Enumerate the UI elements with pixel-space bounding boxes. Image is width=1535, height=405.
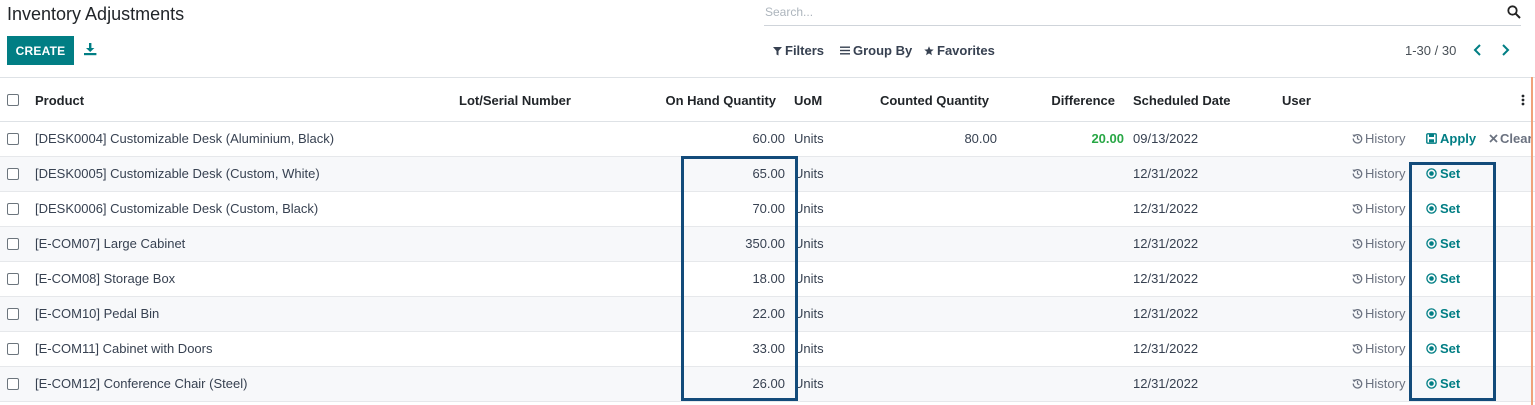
favorites-button[interactable]: Favorites xyxy=(924,43,995,58)
history-icon xyxy=(1352,273,1363,284)
history-label: History xyxy=(1365,166,1406,181)
download-icon[interactable] xyxy=(83,42,97,56)
product-name: [E-COM07] Large Cabinet xyxy=(35,236,186,251)
star-icon xyxy=(924,45,934,55)
filter-icon xyxy=(773,46,782,55)
chevron-left-icon[interactable] xyxy=(1472,43,1484,57)
history-button[interactable]: History xyxy=(1352,236,1405,251)
save-icon xyxy=(1426,133,1437,144)
counted-quantity[interactable]: 80.00 xyxy=(900,131,997,146)
history-button[interactable]: History xyxy=(1352,201,1405,216)
select-all-checkbox[interactable] xyxy=(7,94,19,106)
history-icon xyxy=(1352,343,1363,354)
history-label: History xyxy=(1365,236,1406,251)
history-label: History xyxy=(1365,271,1406,286)
uom: Units xyxy=(794,166,824,181)
page-title: Inventory Adjustments xyxy=(7,4,185,24)
column-options-icon[interactable] xyxy=(1521,94,1525,106)
group-by-button[interactable]: Group By xyxy=(840,43,912,58)
history-icon xyxy=(1352,203,1363,214)
clear-label: Clear xyxy=(1500,131,1533,146)
apply-button[interactable]: Apply xyxy=(1426,131,1476,146)
product-name: [E-COM11] Cabinet with Doors xyxy=(35,341,213,356)
column-uom[interactable]: UoM xyxy=(794,93,822,108)
close-icon xyxy=(1489,134,1498,143)
column-product[interactable]: Product xyxy=(35,93,84,108)
scrollbar-indicator[interactable] xyxy=(1531,77,1533,405)
product-name: [E-COM12] Conference Chair (Steel) xyxy=(35,376,248,391)
group-by-label: Group By xyxy=(853,43,913,58)
pager-value[interactable]: 1-30 / 30 xyxy=(1405,43,1456,58)
history-label: History xyxy=(1365,131,1406,146)
row-checkbox[interactable] xyxy=(7,238,19,250)
history-button[interactable]: History xyxy=(1352,166,1405,181)
apply-label: Apply xyxy=(1440,131,1477,146)
row-checkbox[interactable] xyxy=(7,378,19,390)
history-label: History xyxy=(1365,201,1406,216)
history-icon xyxy=(1352,133,1363,144)
scheduled-date: 12/31/2022 xyxy=(1133,271,1199,286)
filters-label: Filters xyxy=(785,43,825,58)
history-button[interactable]: History xyxy=(1352,341,1405,356)
column-scheduled-date[interactable]: Scheduled Date xyxy=(1133,93,1231,108)
scheduled-date: 12/31/2022 xyxy=(1133,166,1199,181)
table-header: Product Lot/Serial Number On Hand Quanti… xyxy=(0,77,1535,122)
column-lot[interactable]: Lot/Serial Number xyxy=(459,93,571,108)
favorites-label: Favorites xyxy=(937,43,995,58)
row-checkbox[interactable] xyxy=(7,133,19,145)
scheduled-date: 12/31/2022 xyxy=(1133,376,1199,391)
product-name: [DESK0005] Customizable Desk (Custom, Wh… xyxy=(35,166,320,181)
scheduled-date: 12/31/2022 xyxy=(1133,306,1199,321)
history-button[interactable]: History xyxy=(1352,306,1405,321)
row-checkbox[interactable] xyxy=(7,343,19,355)
search-bar xyxy=(764,1,1521,26)
table-row[interactable]: [DESK0004] Customizable Desk (Aluminium,… xyxy=(0,122,1535,157)
search-input[interactable] xyxy=(764,1,1484,23)
chevron-right-icon[interactable] xyxy=(1499,43,1511,57)
scheduled-date: 12/31/2022 xyxy=(1133,341,1199,356)
product-name: [DESK0004] Customizable Desk (Aluminium,… xyxy=(35,131,335,146)
history-label: History xyxy=(1365,376,1406,391)
history-button[interactable]: History xyxy=(1352,271,1405,286)
uom: Units xyxy=(794,376,824,391)
search-icon[interactable] xyxy=(1507,5,1521,19)
list-icon xyxy=(840,46,850,55)
set-highlight-box xyxy=(1409,162,1496,401)
history-label: History xyxy=(1365,306,1406,321)
product-name: [E-COM10] Pedal Bin xyxy=(35,306,160,321)
history-label: History xyxy=(1365,341,1406,356)
uom: Units xyxy=(794,236,824,251)
uom: Units xyxy=(794,341,824,356)
scheduled-date: 12/31/2022 xyxy=(1133,201,1199,216)
difference-value: 20.00 xyxy=(1091,131,1124,146)
history-icon xyxy=(1352,378,1363,389)
history-button[interactable]: History xyxy=(1352,131,1405,146)
row-checkbox[interactable] xyxy=(7,168,19,180)
product-name: [DESK0006] Customizable Desk (Custom, Bl… xyxy=(35,201,319,216)
filters-button[interactable]: Filters xyxy=(773,43,824,58)
column-on-hand[interactable]: On Hand Quantity xyxy=(640,93,777,108)
history-button[interactable]: History xyxy=(1352,376,1405,391)
product-name: [E-COM08] Storage Box xyxy=(35,271,176,286)
on-hand-quantity: 60.00 xyxy=(752,131,785,146)
row-checkbox[interactable] xyxy=(7,273,19,285)
on-hand-highlight-box xyxy=(681,156,798,401)
uom: Units xyxy=(794,131,824,146)
history-icon xyxy=(1352,238,1363,249)
history-icon xyxy=(1352,308,1363,319)
clear-button[interactable]: Clear xyxy=(1489,131,1533,146)
uom: Units xyxy=(794,201,824,216)
column-counted[interactable]: Counted Quantity xyxy=(860,93,989,108)
scheduled-date: 12/31/2022 xyxy=(1133,236,1199,251)
scheduled-date: 09/13/2022 xyxy=(1133,131,1199,146)
column-user[interactable]: User xyxy=(1282,93,1311,108)
column-difference[interactable]: Difference xyxy=(1020,93,1115,108)
row-checkbox[interactable] xyxy=(7,203,19,215)
create-button[interactable]: CREATE xyxy=(7,36,74,65)
uom: Units xyxy=(794,306,824,321)
history-icon xyxy=(1352,168,1363,179)
row-checkbox[interactable] xyxy=(7,308,19,320)
uom: Units xyxy=(794,271,824,286)
